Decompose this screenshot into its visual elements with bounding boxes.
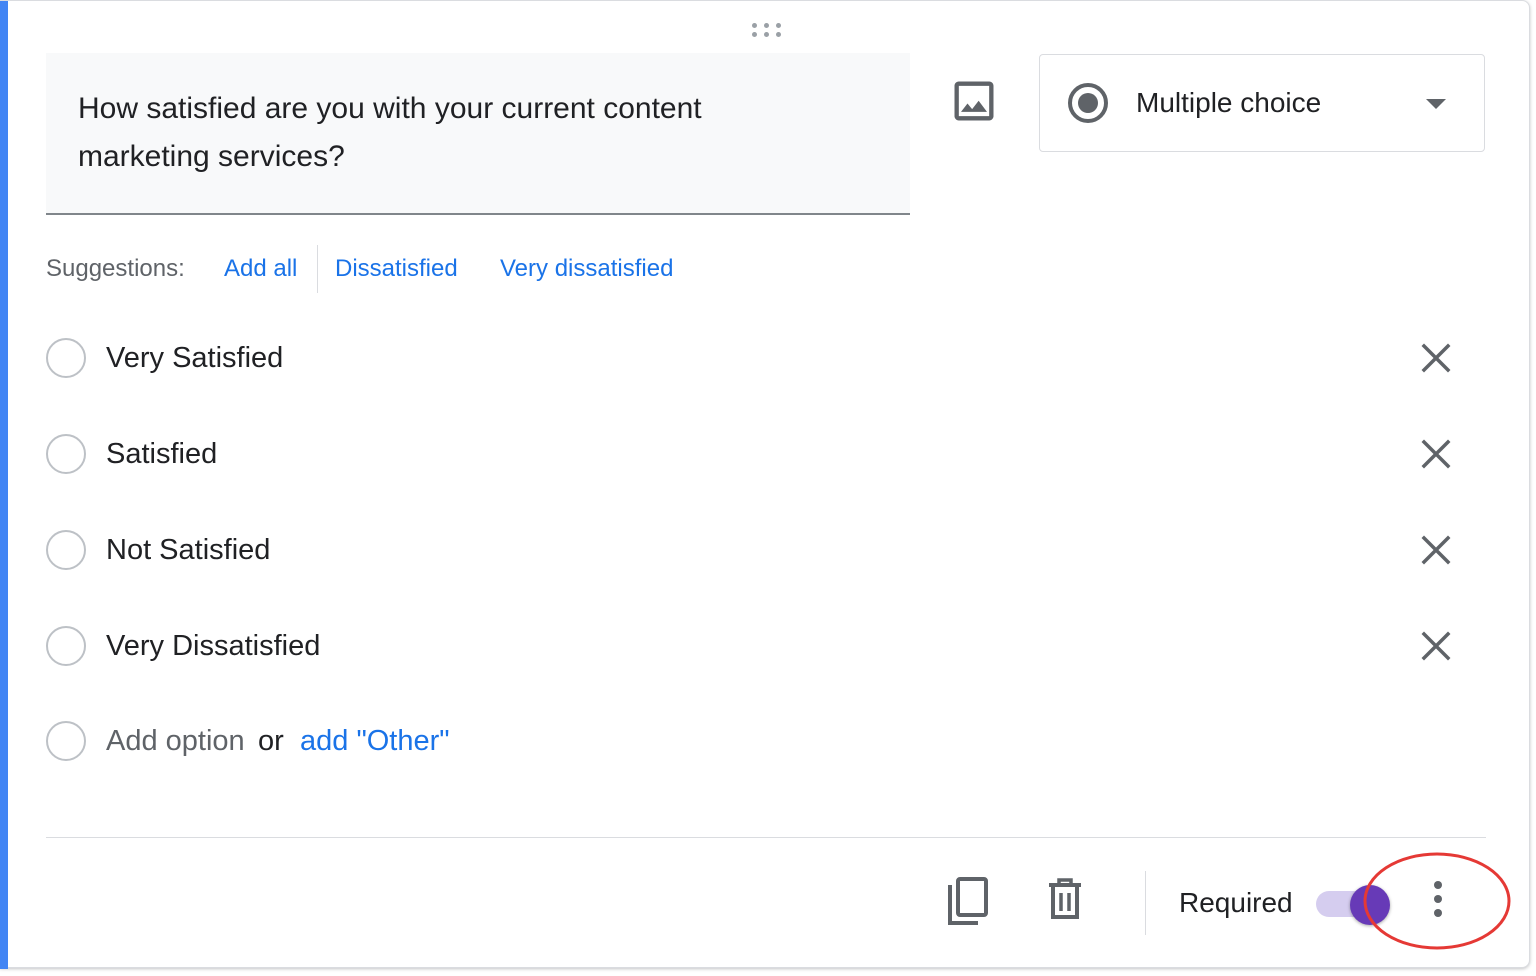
option-label[interactable]: Satisfied	[106, 436, 217, 472]
remove-option-close-icon[interactable]	[1416, 530, 1456, 570]
active-accent-bar	[0, 1, 8, 969]
footer-divider-line	[46, 837, 1486, 838]
question-type-label: Multiple choice	[1136, 87, 1322, 118]
radio-circle-icon	[46, 338, 86, 378]
option-row: Very Dissatisfied	[46, 614, 1486, 678]
option-row: Very Satisfied	[46, 326, 1486, 390]
add-option-row: Add option or add "Other"	[46, 709, 1486, 773]
radio-circle-icon	[46, 530, 86, 570]
option-label[interactable]: Not Satisfied	[106, 532, 270, 568]
toggle-thumb	[1350, 885, 1390, 925]
required-label: Required	[1179, 887, 1293, 918]
suggestions-label: Suggestions:	[46, 255, 185, 282]
suggestion-dissatisfied-button[interactable]: Dissatisfied	[335, 255, 458, 283]
footer-vertical-divider	[1145, 871, 1146, 935]
option-label[interactable]: Very Dissatisfied	[106, 628, 320, 664]
duplicate-button[interactable]	[944, 875, 992, 927]
radio-circle-icon	[46, 721, 86, 761]
add-option-input[interactable]: Add option	[106, 723, 245, 759]
suggestion-add-all-button[interactable]: Add all	[224, 255, 297, 283]
question-title-field[interactable]: How satisfied are you with your current …	[46, 53, 910, 215]
more-vert-icon	[1434, 881, 1442, 917]
more-options-button[interactable]	[1418, 877, 1458, 925]
suggestions-divider	[317, 245, 318, 293]
add-option-or-text: or	[258, 725, 284, 757]
image-icon	[954, 81, 994, 121]
option-row: Satisfied	[46, 422, 1486, 486]
radio-circle-icon	[46, 626, 86, 666]
chevron-down-icon	[1426, 99, 1446, 109]
required-toggle[interactable]	[1316, 885, 1390, 925]
add-other-link[interactable]: add "Other"	[300, 723, 450, 759]
question-type-dropdown[interactable]: Multiple choice	[1039, 54, 1485, 152]
option-row: Not Satisfied	[46, 518, 1486, 582]
remove-option-close-icon[interactable]	[1416, 434, 1456, 474]
remove-option-close-icon[interactable]	[1416, 626, 1456, 666]
suggestion-very-dissatisfied-button[interactable]: Very dissatisfied	[500, 255, 673, 283]
trash-icon	[1049, 878, 1081, 919]
question-title-text[interactable]: How satisfied are you with your current …	[78, 85, 838, 181]
remove-option-close-icon[interactable]	[1416, 338, 1456, 378]
radio-circle-icon	[46, 434, 86, 474]
delete-button[interactable]	[1046, 877, 1084, 921]
question-card: How satisfied are you with your current …	[0, 0, 1530, 969]
drag-handle-icon[interactable]	[750, 21, 784, 39]
radio-button-checked-icon	[1068, 83, 1108, 123]
option-label[interactable]: Very Satisfied	[106, 340, 283, 376]
copy-icon	[948, 877, 988, 925]
add-image-button[interactable]	[948, 75, 1000, 127]
